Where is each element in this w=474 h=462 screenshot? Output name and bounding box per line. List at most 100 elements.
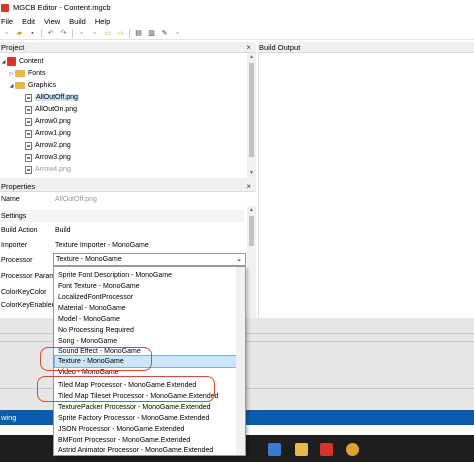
dropdown-option[interactable]: LocalizedFontProcessor: [55, 292, 237, 303]
mgcb-app-icon: [1, 3, 9, 12]
rebuild-icon[interactable]: ▥: [147, 29, 156, 38]
tree-item-file[interactable]: AllOutOff.png: [25, 92, 79, 103]
properties-panel-header: Properties ×: [0, 181, 256, 192]
close-icon[interactable]: ×: [246, 43, 251, 52]
status-text: wing: [1, 413, 17, 422]
add-new-item-icon[interactable]: ▫: [77, 29, 86, 38]
toolbar-separator: [41, 28, 42, 38]
property-label: Processor: [1, 257, 33, 264]
image-file-icon: [25, 129, 32, 138]
cancel-build-icon[interactable]: ▫: [173, 29, 182, 38]
property-build-action-row[interactable]: Build Action Build: [0, 223, 244, 238]
property-label: Name: [1, 196, 20, 203]
tree-item-content[interactable]: ◢ Content: [0, 56, 44, 67]
dropdown-option[interactable]: Model - MonoGame: [55, 314, 237, 325]
dropdown-option[interactable]: Material - MonoGame: [55, 303, 237, 314]
property-value: AllOutOff.png: [55, 196, 97, 203]
dropdown-option[interactable]: Sprite Font Description - MonoGame: [55, 270, 237, 281]
image-file-icon: [25, 141, 32, 150]
menu-build[interactable]: Build: [69, 17, 86, 26]
save-icon[interactable]: ▪: [28, 29, 37, 38]
tree-item-label: Graphics: [28, 82, 57, 89]
tree-item-file[interactable]: Arrow2.png: [25, 140, 71, 151]
tree-item-file[interactable]: Arrow3.png: [25, 152, 71, 163]
menu-view[interactable]: View: [44, 17, 60, 26]
taskbar-mgcb-icon[interactable]: [320, 443, 333, 456]
menu-help[interactable]: Help: [95, 17, 110, 26]
undo-icon[interactable]: ↶: [46, 29, 55, 38]
add-existing-item-icon[interactable]: ▫: [90, 29, 99, 38]
image-file-icon: [25, 153, 32, 162]
annotation-highlight: [37, 376, 215, 402]
expand-arrow-icon[interactable]: ◢: [8, 83, 15, 89]
property-importer-row[interactable]: Importer Texture Importer - MonoGame: [0, 238, 244, 253]
menu-edit[interactable]: Edit: [22, 17, 35, 26]
dropdown-option[interactable]: Font Texture - MonoGame: [55, 281, 237, 292]
tree-item-label: Arrow0.png: [35, 118, 71, 125]
toolbar: ▫ ▰ ▪ ↶ ↷ ▫ ▫ ▭ ▭ ▤ ▥ ✎ ▫: [0, 27, 474, 40]
tree-item-graphics[interactable]: ◢ Graphics: [8, 80, 56, 91]
property-name-row: Name AllOutOff.png: [0, 192, 244, 207]
tree-item-file[interactable]: AllOutOn.png: [25, 104, 77, 115]
menu-file[interactable]: File: [1, 17, 13, 26]
window-title: MGCB Editor - Content.mgcb: [13, 3, 111, 12]
clean-icon[interactable]: ✎: [160, 29, 169, 38]
taskbar-browser-icon[interactable]: [346, 443, 359, 456]
scroll-down-icon[interactable]: ▼: [247, 169, 256, 178]
add-existing-folder-icon[interactable]: ▭: [116, 29, 125, 38]
processor-select-value: Texture - MonoGame: [56, 256, 122, 263]
expand-arrow-icon[interactable]: ◢: [0, 59, 7, 65]
project-tree: ◢ Content ▷ Fonts ◢ Graphics AllOutOff.p…: [0, 53, 247, 178]
tree-item-file[interactable]: Arrow0.png: [25, 116, 71, 127]
title-bar: MGCB Editor - Content.mgcb: [0, 0, 474, 15]
taskbar-folder-icon[interactable]: [295, 443, 308, 456]
tree-item-fonts[interactable]: ▷ Fonts: [8, 68, 46, 79]
build-output-header: Build Output: [258, 42, 474, 53]
processor-select[interactable]: Texture - MonoGame ⌄: [53, 253, 246, 266]
settings-section-header: Settings: [0, 210, 244, 222]
close-icon[interactable]: ×: [246, 182, 251, 191]
property-value[interactable]: Texture Importer - MonoGame: [55, 242, 149, 249]
folder-icon: [15, 82, 25, 89]
image-file-icon: [25, 117, 32, 126]
project-panel-title: Project: [1, 42, 25, 52]
collapse-arrow-icon[interactable]: ▷: [8, 71, 15, 77]
chevron-down-icon[interactable]: ⌄: [236, 255, 242, 263]
open-icon[interactable]: ▰: [15, 29, 24, 38]
dropdown-option[interactable]: TexturePacker Processor - MonoGame.Exten…: [55, 402, 237, 413]
toolbar-separator: [72, 28, 73, 38]
taskbar-app-icon[interactable]: [268, 443, 281, 456]
build-icon[interactable]: ▤: [134, 29, 143, 38]
properties-scrollbar[interactable]: ▲: [247, 206, 256, 318]
scroll-thumb[interactable]: [249, 216, 254, 246]
new-folder-icon[interactable]: ▭: [103, 29, 112, 38]
build-output-pane: [258, 53, 474, 318]
scroll-up-icon[interactable]: ▲: [247, 53, 256, 62]
dropdown-scrollbar[interactable]: [236, 267, 245, 455]
content-project-icon: [7, 57, 16, 66]
property-label: Build Action: [1, 227, 38, 234]
tree-item-file[interactable]: Arrow4.png: [25, 164, 71, 175]
section-title: Settings: [1, 212, 27, 220]
property-label: ColorKeyEnabled: [1, 301, 56, 309]
dropdown-option[interactable]: Astrid Animator Processor - MonoGame.Ext…: [55, 445, 237, 456]
scroll-up-icon[interactable]: ▲: [247, 206, 256, 215]
redo-icon[interactable]: ↷: [59, 29, 68, 38]
dropdown-option[interactable]: Sprite Factory Processor - MonoGame.Exte…: [55, 413, 237, 424]
dropdown-option[interactable]: JSON Processor - MonoGame.Extended: [55, 424, 237, 435]
tree-item-label: Arrow2.png: [35, 142, 71, 149]
dropdown-option[interactable]: No Processing Required: [55, 325, 237, 336]
properties-panel-title: Properties: [1, 181, 36, 191]
image-file-icon: [25, 105, 32, 114]
tree-item-label: Arrow4.png: [35, 166, 71, 173]
property-value[interactable]: Build: [55, 227, 71, 234]
scroll-thumb[interactable]: [249, 63, 254, 157]
tree-item-label: AllOutOff.png: [35, 94, 79, 101]
project-panel-header: Project ×: [0, 42, 256, 53]
project-scrollbar[interactable]: ▲ ▼: [247, 53, 256, 178]
new-icon[interactable]: ▫: [2, 29, 11, 38]
tree-item-label: Arrow3.png: [35, 154, 71, 161]
tree-item-file[interactable]: Arrow1.png: [25, 128, 71, 139]
toolbar-separator: [129, 28, 130, 38]
tree-item-label: Content: [19, 58, 44, 65]
